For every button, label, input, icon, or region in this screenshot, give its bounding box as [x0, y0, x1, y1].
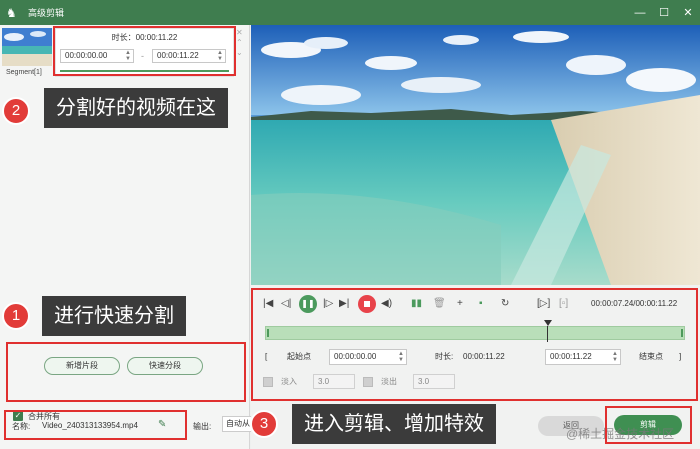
- annotation-box-edit: [605, 406, 692, 444]
- thumbnail-image: [2, 28, 52, 66]
- annotation-tip-2: 分割好的视频在这: [44, 88, 228, 128]
- annotation-box-controls: [251, 288, 698, 401]
- annotation-badge-1: 1: [2, 302, 30, 330]
- annotation-box-split: [6, 342, 246, 402]
- annotation-box-name: [4, 410, 187, 440]
- segment-actions: ✕ ⌃ ⌄: [236, 28, 243, 58]
- segment-thumbnail[interactable]: [2, 28, 52, 66]
- move-down-icon[interactable]: ⌄: [236, 48, 243, 58]
- annotation-box-segment: [53, 26, 236, 76]
- annotation-badge-2: 2: [2, 97, 30, 125]
- maximize-button[interactable]: ☐: [652, 0, 676, 25]
- window-controls: — ☐ ✕: [628, 0, 700, 25]
- annotation-tip-1: 进行快速分割: [42, 296, 186, 336]
- minimize-button[interactable]: —: [628, 0, 652, 25]
- title-bar: ♞ 高级剪辑 — ☐ ✕: [0, 0, 700, 25]
- segment-label: Segment[1]: [6, 69, 42, 76]
- window-title: 高级剪辑: [28, 8, 65, 18]
- delete-segment-icon[interactable]: ✕: [236, 28, 243, 38]
- video-frame: [251, 25, 700, 285]
- annotation-tip-3: 进入剪辑、增加特效: [292, 404, 496, 444]
- annotation-badge-3: 3: [250, 410, 278, 438]
- output-label: 输出:: [193, 422, 212, 431]
- close-button[interactable]: ✕: [676, 0, 700, 25]
- move-up-icon[interactable]: ⌃: [236, 38, 243, 48]
- video-preview[interactable]: [251, 25, 700, 285]
- app-logo-icon: ♞: [6, 5, 17, 20]
